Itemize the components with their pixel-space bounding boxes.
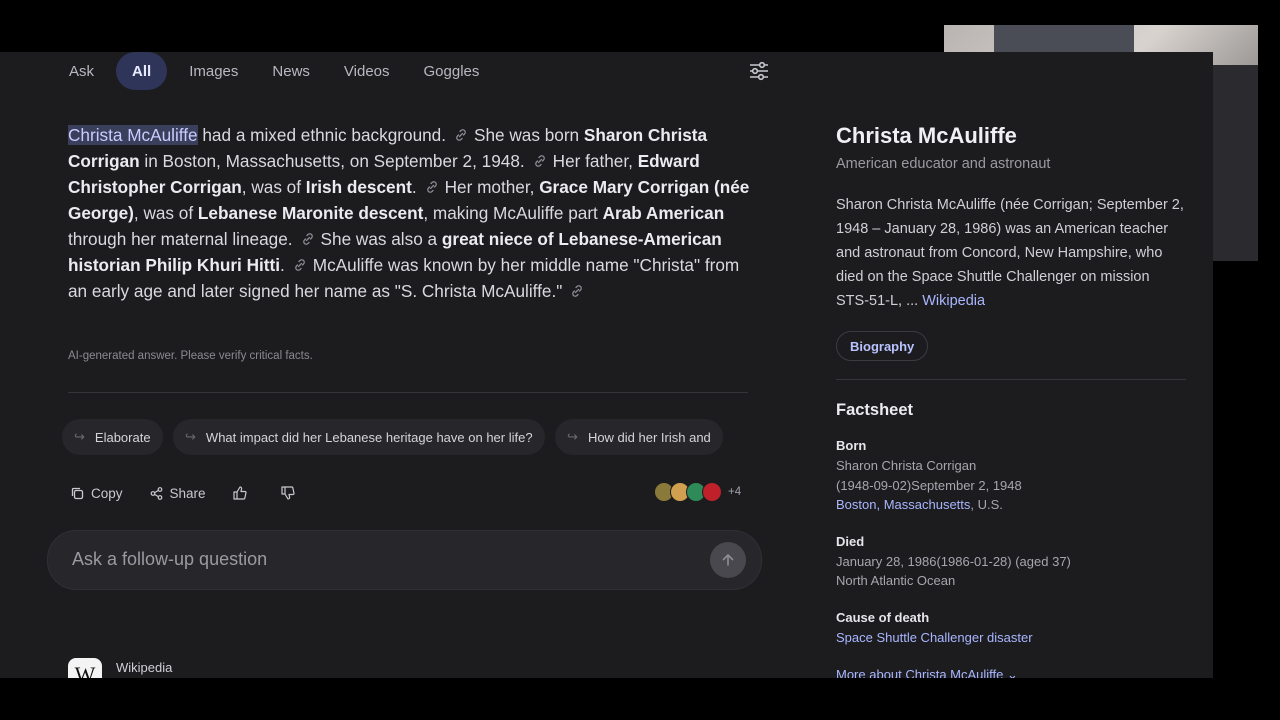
biography-button[interactable]: Biography	[836, 331, 929, 361]
suggestion-chip[interactable]: ↪ Elaborate	[62, 419, 163, 455]
born-place: Boston, Massachusetts, U.S.	[836, 497, 1003, 512]
answer-text: had a mixed ethnic background.	[197, 125, 447, 145]
tab-news[interactable]: News	[255, 52, 327, 90]
answer-text: .	[279, 255, 285, 275]
born-date: (1948-09-02)September 2, 1948	[836, 478, 1022, 493]
send-button[interactable]	[710, 542, 746, 578]
arrow-icon: ↪	[185, 429, 196, 444]
died-date: January 28, 1986(1986-01-28) (aged 37)	[836, 554, 1071, 569]
arrow-up-icon	[722, 554, 734, 566]
source-avatars[interactable]: +4	[654, 482, 741, 502]
filter-settings-icon[interactable]	[748, 60, 770, 82]
tab-goggles[interactable]: Goggles	[407, 52, 497, 90]
chip-label: How did her Irish and	[587, 429, 711, 445]
wikipedia-logo-icon: W	[68, 658, 102, 678]
born-place-link[interactable]: Boston, Massachusetts	[836, 497, 970, 512]
died-place: North Atlantic Ocean	[836, 573, 956, 588]
more-sources-count: +4	[728, 486, 742, 498]
panel-description: Sharon Christa McAuliffe (née Corrigan; …	[836, 193, 1186, 313]
answer-bold: Lebanese Maronite descent	[197, 203, 424, 223]
description-text: Sharon Christa McAuliffe (née Corrigan; …	[836, 197, 1184, 309]
born-place-rest: , U.S.	[970, 497, 1003, 512]
citation-link-icon[interactable]	[425, 180, 439, 194]
copy-icon	[71, 487, 84, 499]
ai-disclaimer: AI-generated answer. Please verify criti…	[68, 350, 313, 362]
answer-text: through her maternal lineage.	[68, 229, 293, 249]
more-about-link[interactable]: More about Christa McAuliffe ⌄	[836, 667, 1018, 678]
thumbs-up-button[interactable]	[232, 485, 254, 501]
citation-link-icon[interactable]	[454, 128, 468, 142]
died-label: Died	[836, 534, 865, 549]
arrow-icon: ↪	[567, 429, 578, 444]
search-tabs: Ask All Images News Videos Goggles	[52, 52, 496, 90]
tab-all[interactable]: All	[116, 52, 168, 90]
suggestion-chip[interactable]: ↪ How did her Irish and	[555, 419, 723, 455]
answer-text: Her mother,	[444, 177, 540, 197]
answer-text: , making McAuliffe part	[423, 203, 603, 223]
followup-input[interactable]	[70, 548, 674, 571]
cause-label: Cause of death	[836, 610, 930, 625]
chip-label: What impact did her Lebanese heritage ha…	[205, 429, 533, 445]
copy-label: Copy	[91, 485, 123, 501]
answer-text: in Boston, Massachusetts, on September 2…	[139, 151, 525, 171]
search-results-page: Ask All Images News Videos Goggles Chris…	[0, 52, 1213, 678]
suggestion-chips: ↪ Elaborate ↪ What impact did her Lebanese…	[62, 419, 748, 455]
share-icon	[150, 486, 162, 500]
born-label: Born	[836, 438, 867, 453]
share-label: Share	[169, 485, 206, 501]
more-about-label: More about Christa McAuliffe	[836, 667, 1004, 678]
factsheet-title: Factsheet	[836, 401, 914, 419]
wikipedia-link[interactable]: Wikipedia	[922, 293, 985, 309]
answer-actions: Copy Share	[70, 482, 328, 504]
answer-text: .	[411, 177, 417, 197]
citation-link-icon[interactable]	[301, 232, 315, 246]
divider	[68, 392, 748, 393]
copy-button[interactable]: Copy	[70, 486, 123, 501]
citation-link-icon[interactable]	[293, 258, 307, 272]
tab-images[interactable]: Images	[172, 52, 255, 90]
tab-videos[interactable]: Videos	[327, 52, 407, 90]
source-avatar	[702, 482, 722, 502]
ai-answer-text: Christa McAuliffe had a mixed ethnic bac…	[68, 122, 758, 304]
thumbs-down-icon	[280, 486, 295, 500]
answer-text: , was of	[241, 177, 306, 197]
source-name: Wikipedia	[116, 660, 173, 675]
answer-text: She was born	[474, 125, 584, 145]
suggestion-chip[interactable]: ↪ What impact did her Lebanese heritage h…	[173, 419, 545, 455]
answer-bold: Irish descent	[305, 177, 412, 197]
panel-title: Christa McAuliffe	[836, 123, 1017, 148]
answer-text: She was also a	[320, 229, 442, 249]
citation-link-icon[interactable]	[570, 284, 584, 298]
chevron-down-icon: ⌄	[1007, 667, 1018, 678]
answer-text: , was of	[133, 203, 198, 223]
divider	[836, 379, 1186, 380]
cause-link[interactable]: Space Shuttle Challenger disaster	[836, 630, 1033, 645]
arrow-icon: ↪	[74, 429, 85, 444]
answer-text: Her father,	[552, 151, 638, 171]
answer-subject-highlight: Christa McAuliffe	[68, 125, 198, 145]
source-card-wikipedia[interactable]: W Wikipedia	[68, 658, 172, 678]
followup-box	[47, 530, 762, 590]
citation-link-icon[interactable]	[533, 154, 547, 168]
answer-bold: Arab American	[602, 203, 725, 223]
born-name: Sharon Christa Corrigan	[836, 458, 977, 473]
panel-subtitle: American educator and astronaut	[836, 156, 1051, 172]
tab-ask[interactable]: Ask	[52, 52, 111, 90]
share-button[interactable]: Share	[149, 486, 206, 501]
webcam-background-shape	[994, 25, 1134, 55]
thumbs-up-icon	[232, 486, 247, 500]
chip-label: Elaborate	[94, 429, 151, 445]
thumbs-down-button[interactable]	[280, 485, 302, 501]
